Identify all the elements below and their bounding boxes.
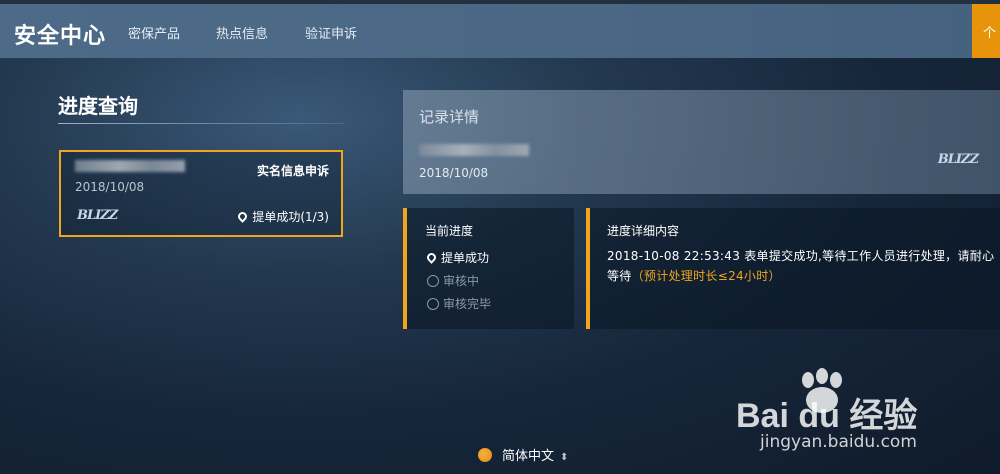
record-status-label: 提单成功(1/3)	[252, 210, 329, 224]
blizzard-logo: BLIZZ	[77, 208, 118, 223]
processing-time-note: （预计处理时长≤24小时）	[631, 269, 781, 283]
top-nav-bar: 安全中心 密保产品 热点信息 验证申诉 个	[0, 0, 1000, 58]
watermark-url: jingyan.baidu.com	[760, 432, 917, 452]
progress-detail-title: 进度详细内容	[607, 224, 680, 238]
page-title: 进度查询	[58, 94, 138, 118]
circle-icon	[427, 275, 439, 287]
step-reviewing: 审核中	[427, 272, 479, 289]
title-divider	[58, 123, 344, 124]
location-pin-icon	[425, 251, 438, 264]
nav-item-verify-appeal[interactable]: 验证申诉	[305, 23, 357, 42]
progress-detail-text: 2018-10-08 22:53:43 表单提交成功,等待工作人员进行处理，请耐…	[607, 246, 997, 286]
language-selector[interactable]: 简体中文 ⬍	[478, 445, 568, 464]
blizzard-logo: BLIZZ	[937, 152, 979, 167]
detail-date: 2018/10/08	[419, 166, 489, 180]
record-card[interactable]: 2018/10/08 实名信息申诉 BLIZZ 提单成功(1/3)	[59, 150, 343, 237]
record-type: 实名信息申诉	[256, 164, 329, 178]
step-label: 提单成功	[441, 251, 490, 265]
nav-item-security-products[interactable]: 密保产品	[128, 23, 180, 42]
progress-title: 当前进度	[425, 224, 474, 238]
current-progress-box: 当前进度 提单成功 审核中 审核完毕	[403, 208, 574, 329]
detail-title: 记录详情	[419, 108, 480, 126]
site-logo[interactable]: 安全中心	[14, 18, 106, 50]
record-detail-panel: 记录详情 2018/10/08 BLIZZ	[403, 90, 1000, 194]
location-pin-icon	[236, 210, 250, 223]
chevron-updown-icon: ⬍	[560, 452, 569, 463]
step-completed: 审核完毕	[427, 295, 491, 312]
account-button[interactable]: 个	[972, 4, 1000, 58]
step-submitted: 提单成功	[425, 249, 490, 266]
globe-icon	[478, 448, 492, 462]
nav-item-hot-info[interactable]: 热点信息	[216, 23, 268, 42]
circle-icon	[427, 298, 439, 310]
watermark-brand: Bai du 经验	[736, 397, 918, 435]
language-label: 简体中文	[502, 449, 555, 464]
blurred-account-name	[419, 144, 529, 156]
blurred-account-name	[75, 160, 185, 172]
step-label: 审核中	[443, 274, 480, 288]
progress-detail-box: 进度详细内容 2018-10-08 22:53:43 表单提交成功,等待工作人员…	[586, 208, 1000, 329]
baidu-watermark: Bai du 经验 jingyan.baidu.com	[736, 368, 976, 458]
record-date: 2018/10/08	[75, 180, 145, 194]
record-status: 提单成功(1/3)	[236, 208, 329, 225]
step-label: 审核完毕	[443, 297, 492, 311]
